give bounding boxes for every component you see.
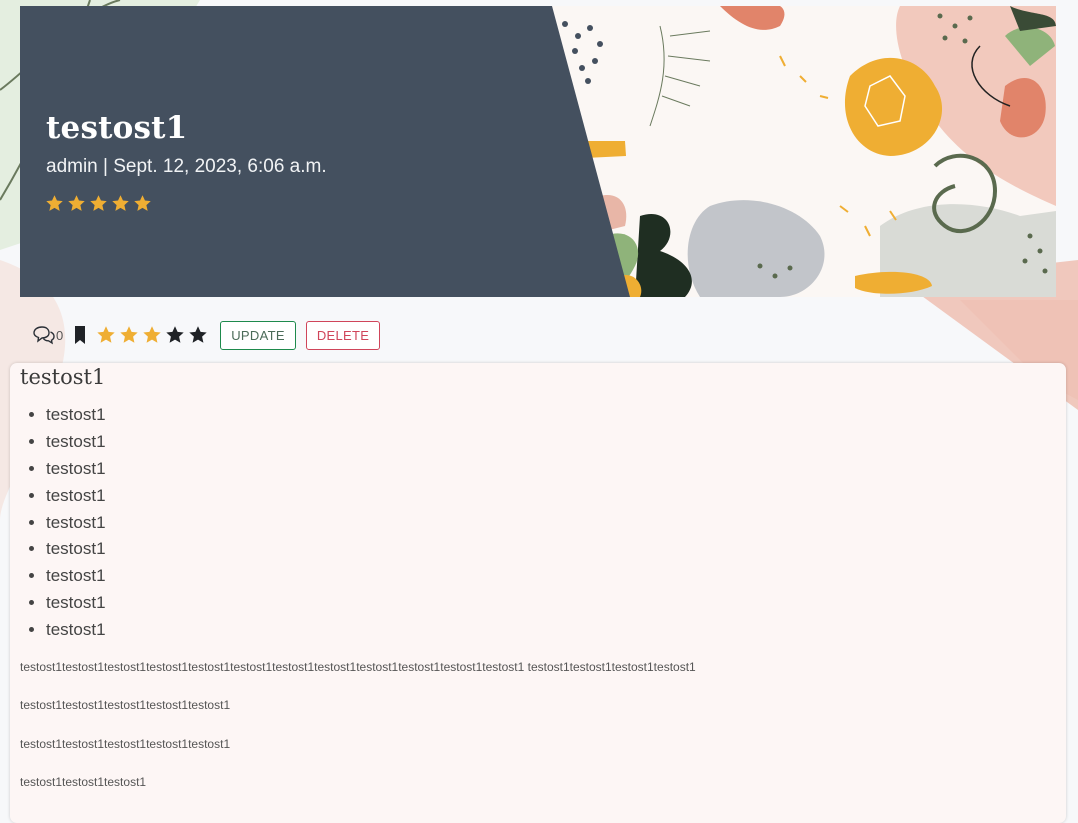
- content-paragraph: testost1testost1testost1testost1testost1: [20, 698, 231, 712]
- star-icon: [134, 195, 151, 211]
- post-action-bar: 0 UPDATE DELETE: [32, 319, 381, 351]
- content-paragraph: testost1testost1testost1testost1testost1…: [20, 660, 696, 674]
- list-item: testost1: [46, 590, 106, 617]
- list-item: testost1: [46, 617, 106, 644]
- star-icon[interactable]: [96, 325, 116, 345]
- star-icon: [90, 195, 107, 211]
- list-item: testost1: [46, 429, 106, 456]
- star-icon[interactable]: [165, 325, 185, 345]
- content-paragraph: testost1testost1testost1: [20, 775, 147, 789]
- post-author-date: admin | Sept. 12, 2023, 6:06 a.m.: [46, 156, 327, 177]
- post-hero-banner: testost1 admin | Sept. 12, 2023, 6:06 a.…: [20, 6, 1056, 297]
- star-icon: [112, 195, 129, 211]
- comments-icon: [33, 326, 55, 345]
- list-item: testost1: [46, 483, 106, 510]
- rating-input: [96, 325, 208, 345]
- star-icon: [68, 195, 85, 211]
- post-content-card: testost1 testost1 testost1 testost1 test…: [10, 363, 1066, 823]
- list-item: testost1: [46, 510, 106, 537]
- delete-button[interactable]: DELETE: [305, 320, 381, 350]
- content-bullet-list: testost1 testost1 testost1 testost1 test…: [20, 402, 106, 644]
- list-item: testost1: [46, 456, 106, 483]
- comment-count: 0: [56, 327, 64, 343]
- star-icon[interactable]: [119, 325, 139, 345]
- star-icon[interactable]: [142, 325, 162, 345]
- star-icon: [46, 195, 63, 211]
- post-title: testost1: [46, 110, 188, 146]
- star-icon[interactable]: [188, 325, 208, 345]
- list-item: testost1: [46, 402, 106, 429]
- post-rating-stars: [45, 194, 152, 213]
- bookmark-icon[interactable]: [72, 325, 88, 345]
- hero-title-panel: [20, 6, 630, 297]
- content-paragraph: testost1testost1testost1testost1testost1: [20, 737, 231, 751]
- update-button[interactable]: UPDATE: [220, 320, 296, 350]
- content-heading: testost1: [20, 365, 106, 389]
- list-item: testost1: [46, 563, 106, 590]
- comments-link[interactable]: 0: [32, 325, 63, 345]
- list-item: testost1: [46, 536, 106, 563]
